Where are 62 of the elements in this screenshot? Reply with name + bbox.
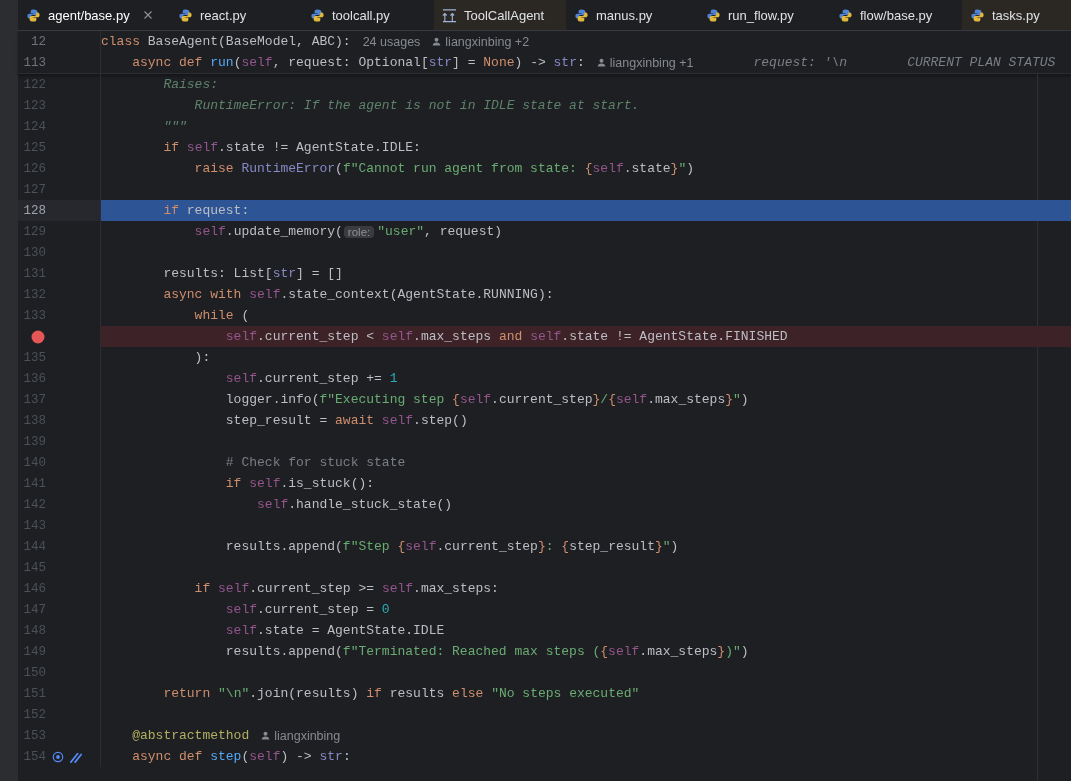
code-text: async def step(self) -> str:	[131, 749, 351, 764]
code-text: if self.current_step >= self.max_steps:	[193, 581, 499, 596]
debug-value: CURRENT PLAN STATUS	[907, 55, 1056, 70]
editor-tab[interactable]: agent/base.py	[18, 0, 170, 30]
code-text: ):	[193, 350, 211, 365]
parameter-hint: role:	[343, 225, 375, 238]
author-hint[interactable]: liangxinbing	[274, 728, 341, 743]
debug-value: request: '\n	[753, 55, 848, 70]
code-text: if self.state != AgentState.IDLE:	[162, 140, 421, 155]
editor-tab[interactable]: tasks.py	[962, 0, 1071, 30]
person-icon	[432, 37, 442, 46]
code-text: results.append(f"Terminated: Reached max steps ({self.max_steps})")	[224, 644, 749, 659]
python-file-icon	[26, 7, 41, 23]
code-text: results.append(f"Step {self.current_step}: {step_result}")	[224, 539, 679, 554]
code-text: RuntimeError: If the agent is not in IDLE state at start.	[193, 98, 640, 113]
breakpoint-icon[interactable]	[31, 329, 45, 344]
code-text: results: List[str] = []	[162, 266, 343, 281]
code-text: while (	[193, 308, 250, 323]
code-text: @abstractmethod	[131, 728, 250, 743]
editor-tab[interactable]: react.py	[170, 0, 302, 30]
code-text: async def run(self, request: Optional[str] = None) -> str:	[131, 55, 585, 70]
code-text: self.update_memory(	[193, 224, 343, 239]
python-file-icon	[838, 7, 853, 23]
python-file-icon	[178, 7, 193, 23]
person-icon	[596, 58, 606, 67]
code-text: step_result = await self.step()	[224, 413, 468, 428]
editor-tab[interactable]: manus.py	[566, 0, 698, 30]
editor-tab[interactable]: toolcall.py	[302, 0, 434, 30]
code-text: # Check for stuck state	[224, 455, 406, 470]
code-text: self.current_step < self.max_steps and self.state != AgentState.FINISHED	[224, 329, 788, 344]
code-text: if self.is_stuck():	[224, 476, 375, 491]
code-text: logger.info(f"Executing step {self.current_step}/{self.max_steps}")	[224, 392, 749, 407]
code-text: self.current_step += 1	[224, 371, 398, 386]
line-number: 113	[22, 55, 46, 70]
python-file-icon	[574, 7, 589, 23]
code-text: self.current_step = 0	[224, 602, 390, 617]
code-text: return "\n".join(results) if results else "No steps executed"	[162, 686, 640, 701]
code-text: self.state = AgentState.IDLE	[224, 623, 445, 638]
code-text: async with self.state_context(AgentState.RUNNING):	[162, 287, 554, 302]
target-icon[interactable]	[52, 750, 64, 763]
usages-hint[interactable]: 24 usages	[362, 34, 421, 49]
line-number: 12	[30, 34, 46, 49]
author-hint[interactable]: liangxinbing +1	[609, 55, 694, 70]
code-text: Raises:	[162, 77, 219, 92]
editor-tab[interactable]: run_flow.py	[698, 0, 830, 30]
python-file-icon	[970, 7, 985, 23]
code-text: if request:	[162, 203, 250, 218]
code-text: raise RuntimeError(f"Cannot run agent from state: {self.state}")	[193, 161, 694, 176]
double-slash-icon[interactable]	[70, 750, 82, 763]
code-text: self.handle_stuck_state()	[256, 497, 453, 512]
author-hint[interactable]: liangxinbing +2	[445, 34, 530, 49]
python-file-icon	[706, 7, 721, 23]
editor-tab[interactable]: flow/base.py	[830, 0, 962, 30]
class-diagram-icon	[442, 7, 457, 23]
close-icon[interactable]	[142, 10, 153, 20]
code-text: "user", request)	[377, 224, 503, 239]
editor-tab[interactable]: ToolCallAgent	[434, 0, 566, 30]
person-icon	[261, 731, 271, 740]
code-text: """	[162, 119, 187, 134]
python-file-icon	[310, 7, 325, 23]
line-number: 128	[22, 203, 46, 218]
code-text: class BaseAgent(BaseModel, ABC):	[101, 34, 351, 49]
